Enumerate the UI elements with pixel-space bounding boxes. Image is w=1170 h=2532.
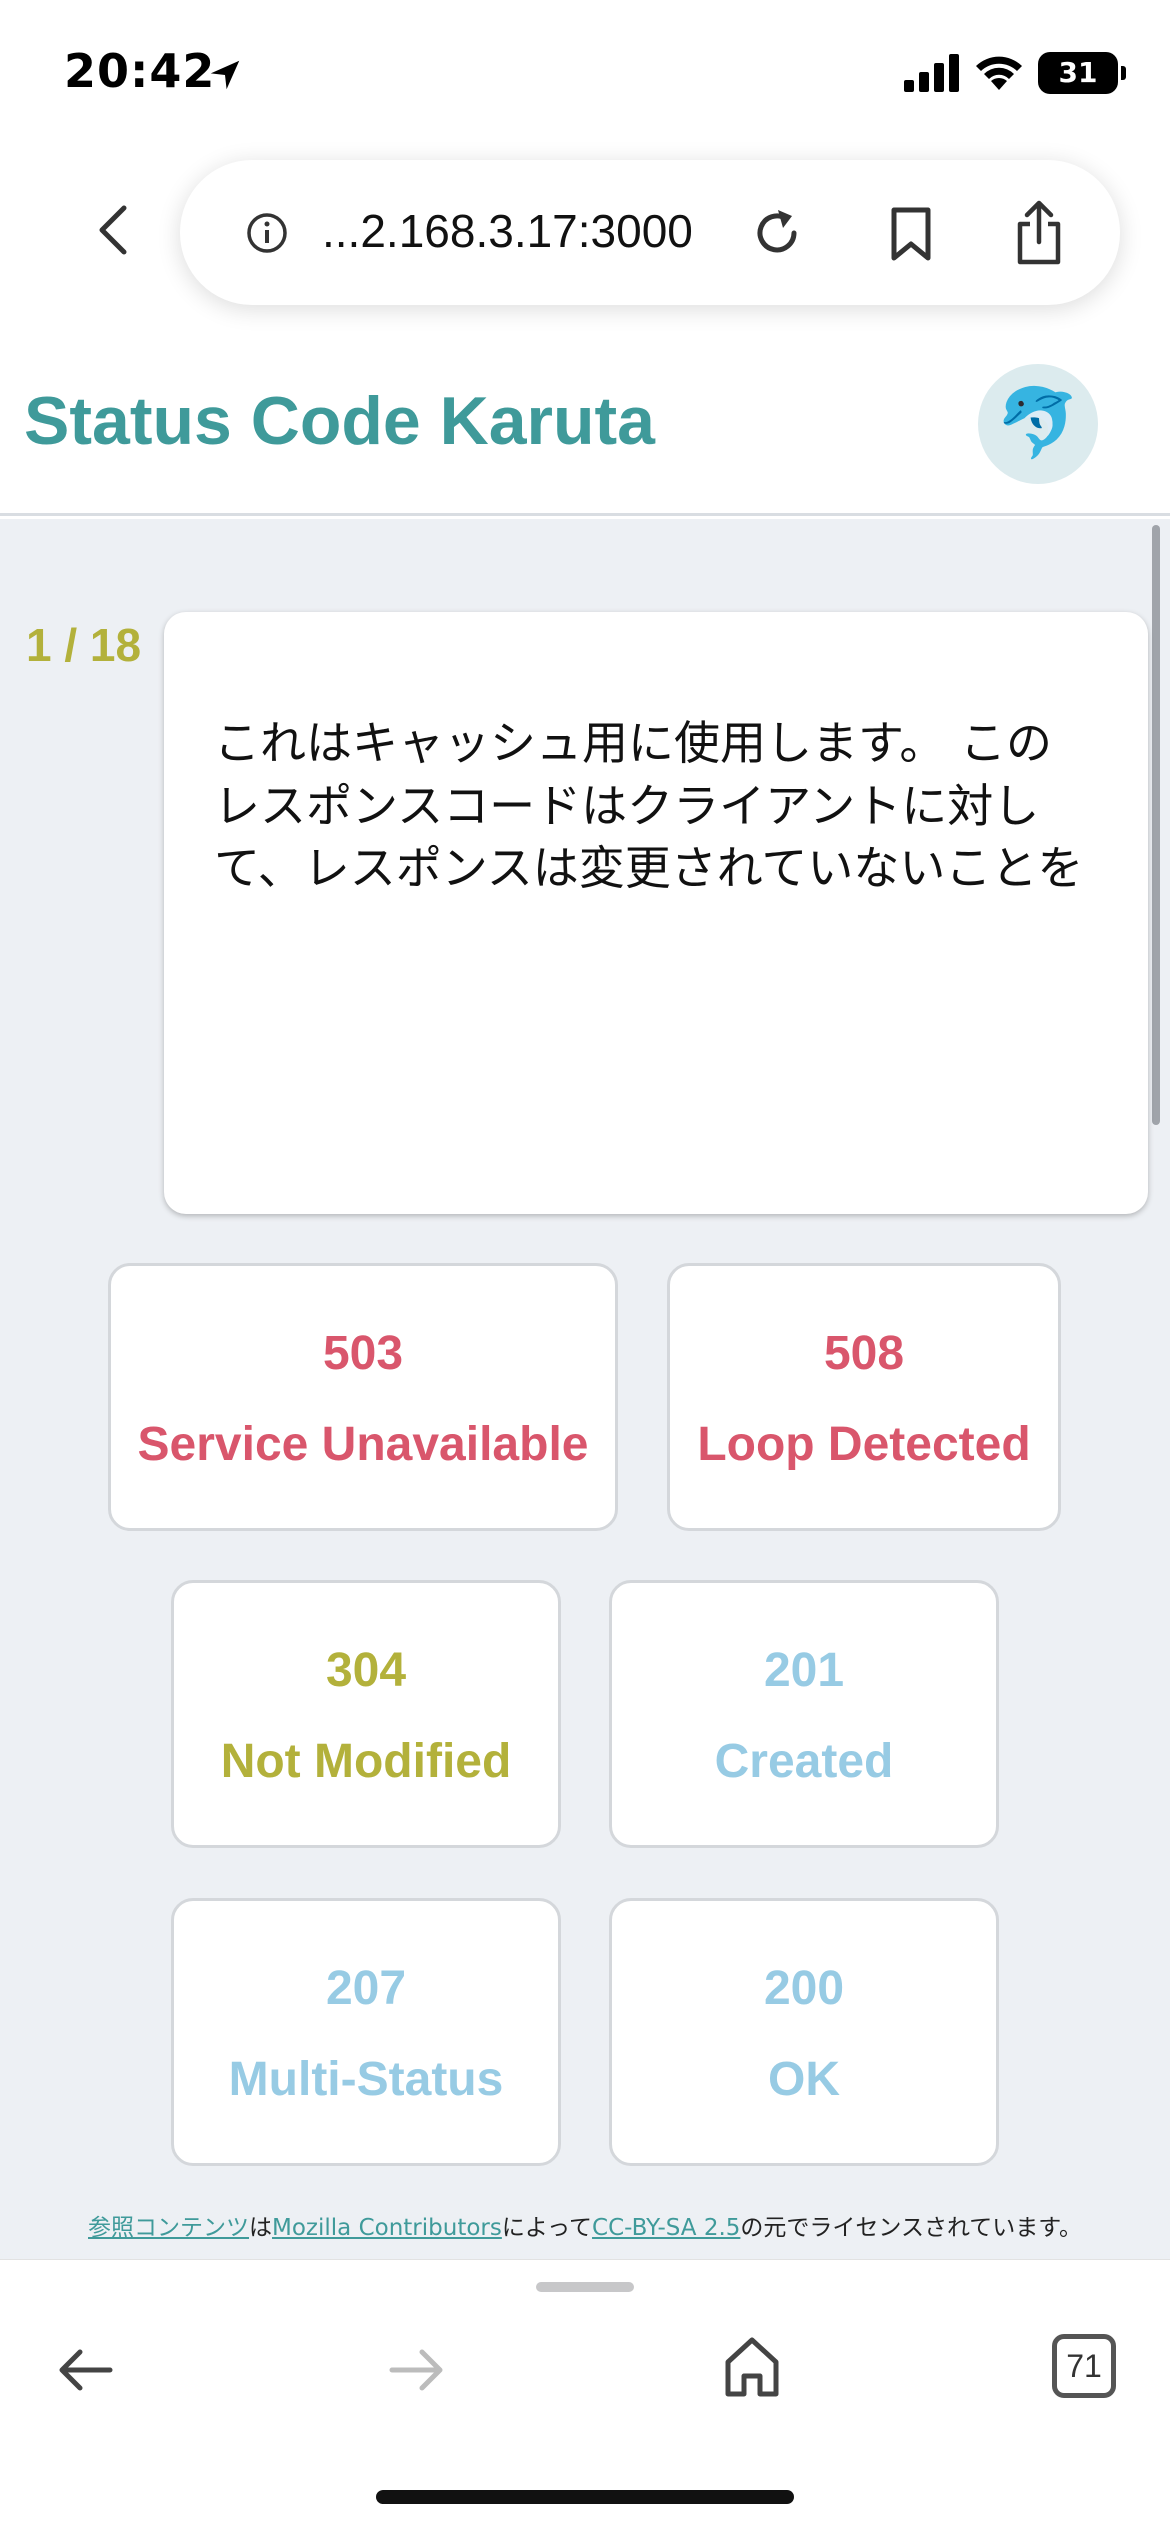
status-code: 508 <box>823 1327 905 1380</box>
answer-card[interactable]: 201 Created <box>609 1580 999 1848</box>
chevron-left-icon[interactable] <box>86 200 146 260</box>
status-code: 207 <box>325 1962 407 2015</box>
info-icon[interactable] <box>246 212 288 254</box>
question-card: これはキャッシュ用に使用します。 このレスポンスコードはクライアントに対して、レ… <box>164 612 1148 1214</box>
home-indicator[interactable] <box>376 2490 794 2504</box>
status-code: 503 <box>322 1327 404 1380</box>
status-code: 201 <box>763 1644 845 1697</box>
toolbar-grabber[interactable] <box>536 2282 634 2292</box>
status-name: Loop Detected <box>697 1418 1031 1471</box>
status-name: Created <box>714 1735 894 1788</box>
mozilla-contributors-link[interactable]: Mozilla Contributors <box>272 2215 502 2241</box>
attribution-text: は <box>249 2215 273 2241</box>
question-counter: 1 / 18 <box>26 619 142 671</box>
arrow-left-icon[interactable] <box>54 2340 116 2400</box>
wifi-icon <box>976 56 1022 90</box>
avatar[interactable]: 🐬 <box>978 364 1098 484</box>
license-link[interactable]: CC-BY-SA 2.5 <box>592 2215 740 2241</box>
cellular-signal-icon <box>904 54 959 92</box>
app-header: Status Code Karuta 🐬 <box>0 340 1170 516</box>
status-name: OK <box>768 2053 840 2106</box>
address-bar[interactable]: ...2.168.3.17:3000 <box>180 160 1120 305</box>
arrow-right-icon[interactable] <box>386 2340 448 2400</box>
attribution-text: の元でライセンスされています。 <box>740 2215 1082 2241</box>
answer-card[interactable]: 503 Service Unavailable <box>108 1263 618 1531</box>
url-text[interactable]: ...2.168.3.17:3000 <box>322 204 693 258</box>
attribution-footer: 参照コンテンツはMozilla ContributorsによってCC-BY-SA… <box>0 2208 1170 2242</box>
answer-card[interactable]: 200 OK <box>609 1898 999 2166</box>
reference-content-link[interactable]: 参照コンテンツ <box>88 2215 249 2241</box>
tabs-icon[interactable]: 71 <box>1052 2334 1116 2398</box>
battery-icon: 31 <box>1038 52 1126 94</box>
status-name: Multi-Status <box>228 2053 504 2106</box>
status-name: Not Modified <box>220 1735 512 1788</box>
answer-card[interactable]: 304 Not Modified <box>171 1580 561 1848</box>
attribution-text: によって <box>501 2215 593 2241</box>
status-code: 304 <box>325 1644 407 1697</box>
question-text: これはキャッシュ用に使用します。 このレスポンスコードはクライアントに対して、レ… <box>214 716 1084 896</box>
browser-address-row: ...2.168.3.17:3000 <box>0 150 1170 330</box>
status-code: 200 <box>763 1962 845 2015</box>
app-title[interactable]: Status Code Karuta <box>24 382 655 460</box>
answer-card[interactable]: 207 Multi-Status <box>171 1898 561 2166</box>
bookmark-icon[interactable] <box>886 206 936 262</box>
status-bar: 20:42 31 <box>0 0 1170 150</box>
location-arrow-icon <box>210 60 240 90</box>
reload-icon[interactable] <box>750 206 804 260</box>
scrollbar[interactable] <box>1152 525 1160 1125</box>
status-name: Service Unavailable <box>137 1418 589 1471</box>
home-icon[interactable] <box>722 2334 782 2400</box>
share-icon[interactable] <box>1012 200 1066 266</box>
answer-card[interactable]: 508 Loop Detected <box>667 1263 1061 1531</box>
status-time: 20:42 <box>64 44 216 98</box>
